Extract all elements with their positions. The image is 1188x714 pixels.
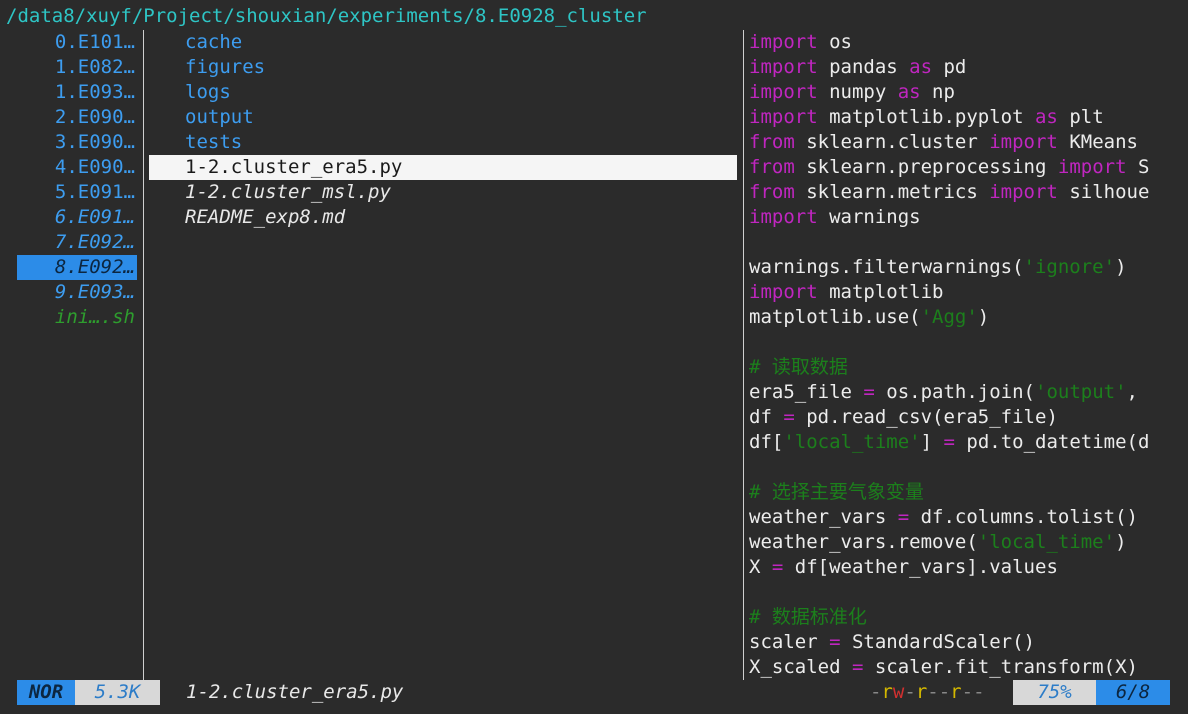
directory-entry[interactable]: cache bbox=[149, 30, 737, 55]
file-entry[interactable]: README_exp8.md bbox=[149, 205, 737, 230]
code-line: weather_vars = df.columns.tolist() bbox=[749, 506, 1138, 528]
code-line: scaler = StandardScaler() bbox=[749, 631, 1035, 653]
code-line: era5_file = os.path.join('output', bbox=[749, 381, 1138, 403]
code-line: import matplotlib bbox=[749, 281, 944, 303]
code-line: X = df[weather_vars].values bbox=[749, 556, 1058, 578]
parent-entry[interactable]: 4.E090… bbox=[17, 155, 137, 180]
parent-entry[interactable]: 1.E093… bbox=[17, 80, 137, 105]
parent-entry[interactable]: 0.E101… bbox=[17, 30, 137, 55]
code-line: from sklearn.cluster import KMeans bbox=[749, 131, 1138, 153]
code-line: weather_vars.remove('local_time') bbox=[749, 531, 1127, 553]
code-line: warnings.filterwarnings('ignore') bbox=[749, 256, 1127, 278]
current-path: /data8/xuyf/Project/shouxian/experiments… bbox=[6, 5, 647, 27]
file-size: 5.3K bbox=[75, 680, 160, 705]
file-permissions: -rw-r--r-- bbox=[870, 681, 985, 703]
pane-divider-right bbox=[743, 30, 744, 680]
parent-entry[interactable]: 1.E082… bbox=[17, 55, 137, 80]
pane-divider-left bbox=[143, 30, 144, 680]
current-directory-pane: cache figures logs output tests 1-2.cluster_e… bbox=[149, 30, 737, 230]
parent-entry[interactable]: 8.E092… bbox=[17, 255, 137, 280]
parent-entry[interactable]: 3.E090… bbox=[17, 130, 137, 155]
directory-entry[interactable]: logs bbox=[149, 80, 737, 105]
file-manager-window: /data8/xuyf/Project/shouxian/experiments… bbox=[0, 0, 1188, 714]
code-line: import os bbox=[749, 31, 852, 53]
parent-entry[interactable]: ini….sh bbox=[17, 305, 137, 330]
parent-entry[interactable]: 6.E091… bbox=[17, 205, 137, 230]
parent-entry[interactable]: 5.E091… bbox=[17, 180, 137, 205]
file-entry[interactable]: 1-2.cluster_era5.py bbox=[149, 155, 737, 180]
code-line: from sklearn.metrics import silhoue bbox=[749, 181, 1150, 203]
status-filename: 1-2.cluster_era5.py bbox=[186, 681, 404, 703]
code-line: import warnings bbox=[749, 206, 921, 228]
directory-entry[interactable]: tests bbox=[149, 130, 737, 155]
code-line: import pandas as pd bbox=[749, 56, 967, 78]
parent-entry[interactable]: 2.E090… bbox=[17, 105, 137, 130]
code-line: X_scaled = scaler.fit_transform(X) bbox=[749, 656, 1138, 678]
scroll-percent: 75% bbox=[1013, 680, 1096, 705]
code-line: from sklearn.preprocessing import S bbox=[749, 156, 1150, 178]
code-line: df = pd.read_csv(era5_file) bbox=[749, 406, 1058, 428]
code-line: # 数据标准化 bbox=[749, 606, 867, 628]
parent-entry[interactable]: 7.E092… bbox=[17, 230, 137, 255]
code-line: df['local_time'] = pd.to_datetime(d bbox=[749, 431, 1150, 453]
parent-directory-pane: 0.E101… 1.E082… 1.E093… 2.E090… 3.E090… 4.E09… bbox=[17, 30, 137, 330]
directory-entry[interactable]: figures bbox=[149, 55, 737, 80]
mode-indicator: NOR bbox=[17, 680, 75, 705]
code-line: # 选择主要气象变量 bbox=[749, 481, 924, 503]
cursor-position: 6/8 bbox=[1096, 680, 1170, 705]
parent-entry[interactable]: 9.E093… bbox=[17, 280, 137, 305]
file-preview-pane: import os import pandas as pd import numpy… bbox=[749, 30, 1187, 680]
code-line: import matplotlib.pyplot as plt bbox=[749, 106, 1104, 128]
code-line: # 读取数据 bbox=[749, 356, 848, 378]
code-line: matplotlib.use('Agg') bbox=[749, 306, 990, 328]
directory-entry[interactable]: output bbox=[149, 105, 737, 130]
file-entry[interactable]: 1-2.cluster_msl.py bbox=[149, 180, 737, 205]
code-line: import numpy as np bbox=[749, 81, 955, 103]
status-bar: NOR 5.3K 1-2.cluster_era5.py -rw-r--r-- … bbox=[0, 680, 1188, 705]
